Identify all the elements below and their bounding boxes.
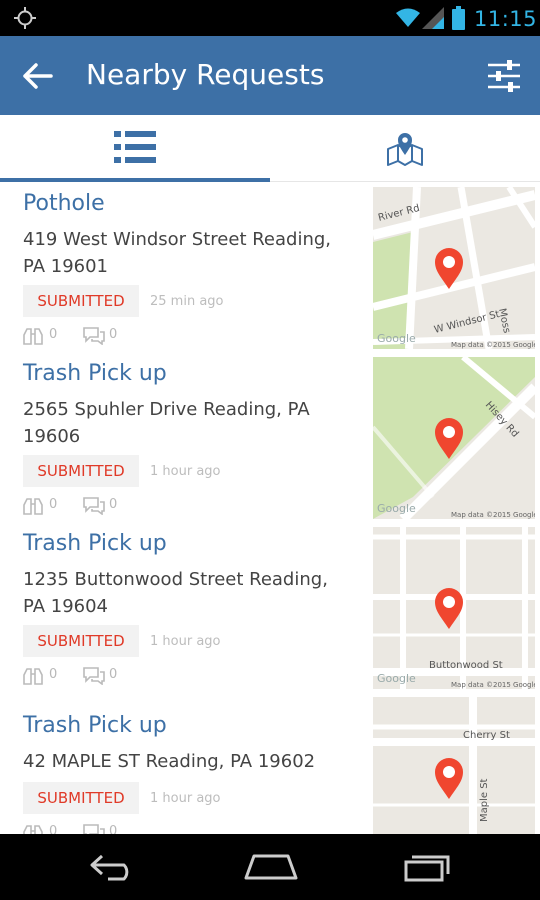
- binoculars-icon: [23, 825, 43, 834]
- system-navigation-bar: [0, 834, 540, 900]
- request-list: Pothole 419 West Windsor Street Reading,…: [0, 182, 540, 834]
- svg-text:Buttonwood St: Buttonwood St: [429, 660, 503, 671]
- list-item[interactable]: Trash Pick up 2565 Spuhler Drive Reading…: [0, 352, 540, 522]
- status-badge: SUBMITTED: [23, 625, 139, 657]
- request-category[interactable]: Trash Pick up: [23, 713, 167, 738]
- request-address: 419 West Windsor Street Reading, PA 1960…: [23, 229, 332, 277]
- svg-text:Google: Google: [377, 672, 416, 685]
- comments-icon: [83, 327, 105, 345]
- request-address: 42 MAPLE ST Reading, PA 19602: [23, 751, 316, 772]
- time-ago: 1 hour ago: [150, 464, 221, 479]
- binoculars-icon: [23, 668, 43, 685]
- svg-text:Map data ©2015 Google: Map data ©2015 Google: [451, 511, 535, 519]
- request-stats: 0 0: [23, 665, 143, 685]
- list-item[interactable]: Trash Pick up 42 MAPLE ST Reading, PA 19…: [0, 697, 540, 834]
- status-badge: SUBMITTED: [23, 285, 139, 317]
- filter-sliders-icon[interactable]: [486, 58, 522, 94]
- time-ago: 1 hour ago: [150, 791, 221, 806]
- comments-icon: [83, 497, 105, 515]
- svg-text:Cherry St: Cherry St: [463, 730, 510, 741]
- battery-icon: [452, 6, 465, 30]
- time-ago: 25 min ago: [150, 294, 224, 309]
- home-nav-icon[interactable]: [244, 854, 298, 880]
- recent-apps-nav-icon[interactable]: [404, 852, 454, 882]
- back-arrow-icon[interactable]: [22, 60, 54, 92]
- svg-text:Google: Google: [377, 332, 416, 345]
- view-tabs: [0, 115, 540, 182]
- location-crosshair-icon: [14, 7, 36, 29]
- time-ago: 1 hour ago: [150, 634, 221, 649]
- follow-count[interactable]: 0: [23, 665, 73, 685]
- comments-icon: [83, 824, 105, 834]
- follow-count[interactable]: 0: [23, 325, 73, 345]
- comment-count[interactable]: 0: [83, 665, 133, 685]
- request-address: 1235 Buttonwood Street Reading, PA 19604: [23, 569, 328, 617]
- request-stats: 0 0: [23, 325, 143, 345]
- comment-count[interactable]: 0: [83, 495, 133, 515]
- tab-list[interactable]: [0, 115, 270, 182]
- binoculars-icon: [23, 328, 43, 345]
- svg-text:Map data ©2015 Google: Map data ©2015 Google: [451, 681, 535, 689]
- request-address: 2565 Spuhler Drive Reading, PA 19606: [23, 399, 310, 447]
- wifi-icon: [396, 8, 420, 27]
- comment-count[interactable]: 0: [83, 325, 133, 345]
- request-category[interactable]: Pothole: [23, 191, 105, 216]
- map-thumbnail[interactable]: Hisey Rd Google Map data ©2015 Google: [373, 357, 535, 519]
- back-nav-icon[interactable]: [88, 852, 138, 882]
- follow-count[interactable]: 0: [23, 495, 73, 515]
- request-stats: 0 0: [23, 495, 143, 515]
- request-stats: 0 0: [23, 822, 143, 834]
- map-pin-icon: [387, 133, 423, 166]
- status-time: 11:15: [474, 7, 538, 31]
- list-icon: [114, 131, 156, 163]
- status-bar: 11:15: [0, 0, 540, 36]
- map-thumbnail[interactable]: Buttonwood St Google Map data ©2015 Goog…: [373, 527, 535, 689]
- svg-text:Maple St: Maple St: [479, 778, 490, 822]
- signal-icon: [422, 7, 444, 29]
- svg-text:Map data ©2015 Google: Map data ©2015 Google: [451, 341, 535, 349]
- request-category[interactable]: Trash Pick up: [23, 531, 167, 556]
- comments-icon: [83, 667, 105, 685]
- map-thumbnail[interactable]: River Rd W Windsor St Moss Google Map da…: [373, 187, 535, 349]
- binoculars-icon: [23, 498, 43, 515]
- map-thumbnail[interactable]: Cherry St Maple St: [373, 697, 535, 834]
- status-badge: SUBMITTED: [23, 455, 139, 487]
- list-item[interactable]: Trash Pick up 1235 Buttonwood Street Rea…: [0, 522, 540, 692]
- follow-count[interactable]: 0: [23, 822, 73, 834]
- page-title: Nearby Requests: [86, 58, 325, 91]
- app-bar: Nearby Requests: [0, 36, 540, 115]
- comment-count[interactable]: 0: [83, 822, 133, 834]
- request-category[interactable]: Trash Pick up: [23, 361, 167, 386]
- screen: 11:15 Nearby Requests Pothole 419 West W…: [0, 0, 540, 900]
- list-item[interactable]: Pothole 419 West Windsor Street Reading,…: [0, 182, 540, 352]
- status-badge: SUBMITTED: [23, 782, 139, 814]
- tab-map[interactable]: [270, 115, 540, 182]
- svg-text:Google: Google: [377, 502, 416, 515]
